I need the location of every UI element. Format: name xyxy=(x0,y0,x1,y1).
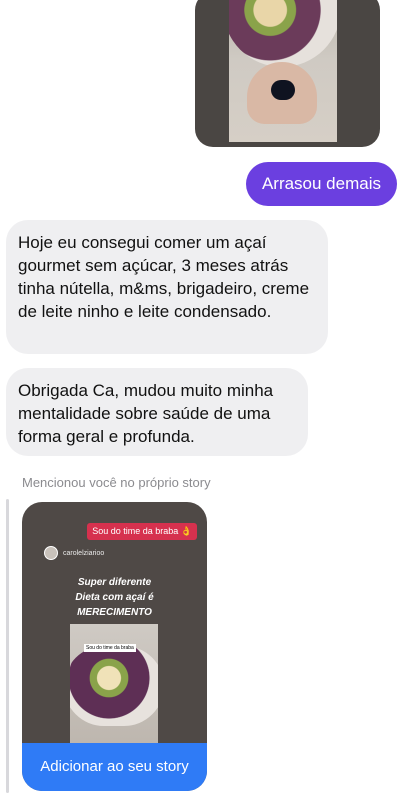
story-inner-photo: Sou do time da braba xyxy=(70,624,158,746)
inner-sticker: Sou do time da braba xyxy=(84,644,136,652)
shared-story-thumbnail[interactable] xyxy=(195,0,380,147)
incoming-message-bubble[interactable]: Obrigada Ca, mudou muito minha mentalida… xyxy=(6,368,308,456)
nail-image xyxy=(271,80,295,100)
caption-line-3: MERECIMENTO xyxy=(77,607,152,618)
story-photo xyxy=(229,0,337,142)
avatar xyxy=(44,546,58,560)
story-mention-label: Mencionou você no próprio story xyxy=(22,475,211,490)
add-to-story-label: Adicionar ao seu story xyxy=(40,758,189,775)
acai-bowl-image xyxy=(229,0,337,67)
caption-line-1: Super diferente xyxy=(77,577,152,588)
story-caption: Super diferente Dieta com açaí é MERECIM… xyxy=(22,575,207,620)
acai-bowl-image xyxy=(70,646,158,726)
incoming-message-text: Hoje eu consegui comer um açaí gourmet s… xyxy=(18,233,310,321)
add-to-story-button[interactable]: Adicionar ao seu story xyxy=(22,743,207,791)
mentioned-story-card[interactable]: Sou do time da braba 👌 carolelziarioo Su… xyxy=(22,502,207,791)
story-sticker: Sou do time da braba 👌 xyxy=(87,523,197,540)
outgoing-message-text: Arrasou demais xyxy=(261,174,381,193)
incoming-message-bubble[interactable]: Hoje eu consegui comer um açaí gourmet s… xyxy=(6,220,328,354)
outgoing-message-bubble[interactable]: Arrasou demais xyxy=(245,162,397,206)
story-user-row: carolelziarioo xyxy=(44,546,104,560)
story-username: carolelziarioo xyxy=(63,549,105,557)
reply-indicator-bar xyxy=(6,499,9,793)
incoming-message-text: Obrigada Ca, mudou muito minha mentalida… xyxy=(18,381,274,446)
caption-line-2: Dieta com açaí é xyxy=(75,592,154,603)
